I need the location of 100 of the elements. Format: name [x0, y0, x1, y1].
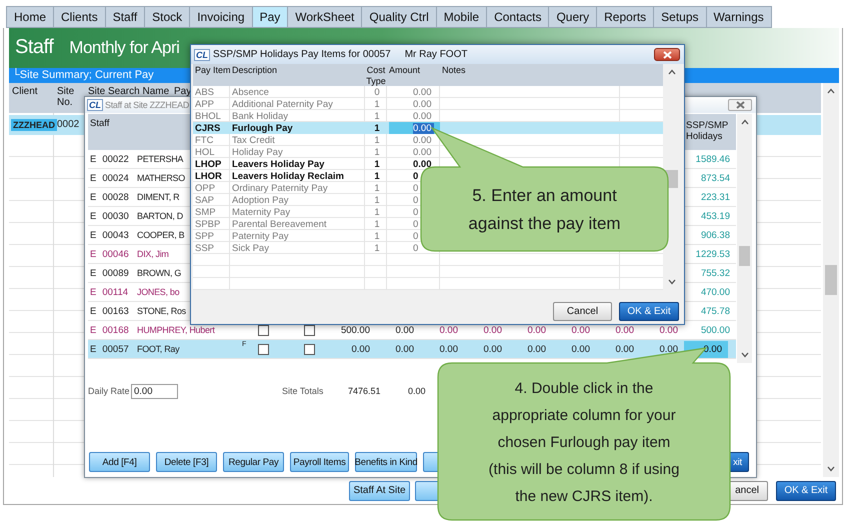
close-button[interactable]: [728, 99, 752, 111]
table-row[interactable]: BHOL Bank Holiday 1 0.00: [193, 110, 663, 122]
table-cell-text: ABS: [194, 86, 216, 98]
table-cell-text: Tax Credit: [231, 134, 276, 146]
chevron-up-icon[interactable]: [740, 119, 748, 125]
chevron-up-icon[interactable]: [668, 69, 676, 75]
tab[interactable]: Invoicing: [189, 6, 252, 28]
action-button[interactable]: OK & Exit: [619, 302, 679, 321]
input-field[interactable]: 0.00: [131, 384, 178, 398]
table-cell-text: SPP: [194, 230, 216, 242]
table-cell-text: 1: [373, 122, 381, 134]
checkbox[interactable]: [304, 344, 315, 354]
table-cell-text: 0.00: [396, 324, 415, 336]
table-cell-text: LHOP: [194, 158, 222, 170]
table-cell-text: 1: [373, 158, 381, 170]
table-cell: DIX, Jim: [136, 249, 169, 259]
action-button[interactable]: Cancel: [553, 302, 612, 321]
table-cell-text: SMP: [194, 206, 217, 218]
table-cell: 00163: [102, 306, 129, 316]
table-row[interactable]: FTC Tax Credit 1 0.00: [193, 134, 663, 146]
table-cell-text: 0: [413, 242, 420, 254]
tab[interactable]: Warnings: [706, 6, 772, 28]
table-row[interactable]: APP Additional Paternity Pay 1 0.00: [193, 98, 663, 110]
table-cell-text: 1229.53: [694, 248, 731, 262]
table-cell: BARTON, D: [136, 211, 183, 221]
table-cell[interactable]: 0.00: [413, 122, 434, 134]
table-cell-text: 1: [373, 194, 381, 206]
action-button[interactable]: Regular Pay: [223, 452, 284, 472]
tab[interactable]: Stock: [144, 6, 190, 28]
table-cell-text: Leavers Holiday Pay: [231, 158, 326, 170]
chevron-down-icon[interactable]: [740, 352, 748, 358]
table-row[interactable]: ABS Absence 0 0.00: [193, 86, 663, 98]
table-cell-text: 0: [413, 206, 420, 218]
table-cell-text: APP: [194, 98, 216, 110]
tab[interactable]: Pay: [252, 6, 288, 28]
tab[interactable]: WorkSheet: [287, 6, 362, 28]
table-row[interactable]: LHOP Leavers Holiday Pay 1 0.00: [193, 158, 663, 170]
table-cell-text: 0.00: [528, 324, 547, 336]
action-button[interactable]: Delete [F3]: [156, 452, 217, 472]
table-cell-text: 0.00: [352, 344, 371, 354]
tab[interactable]: Query: [548, 6, 596, 28]
tab[interactable]: Quality Ctrl: [361, 6, 436, 28]
callout-text: 5. Enter an amount against the pay item: [468, 184, 621, 234]
table-cell-text: Ordinary Paternity Pay: [231, 182, 329, 194]
table-row[interactable]: CJRS Furlough Pay 1 0.00: [193, 122, 663, 134]
table-cell: E: [90, 306, 96, 316]
close-button[interactable]: [654, 48, 680, 61]
table-cell: 00089: [102, 268, 129, 278]
tab[interactable]: Setups: [653, 6, 706, 28]
action-button[interactable]: Staff At Site: [349, 480, 410, 501]
chevron-down-icon[interactable]: [668, 279, 676, 285]
tab[interactable]: Mobile: [436, 6, 486, 28]
table-cell-text: 1589.46: [694, 152, 731, 166]
table-cell-text: 500.00: [340, 324, 371, 336]
table-cell: 00046: [102, 248, 129, 260]
table-cell-text: 0.00: [413, 134, 432, 146]
table-cell-text: 873.54: [700, 172, 731, 186]
table-row[interactable]: HOL Holiday Pay 1 0.00: [193, 146, 663, 158]
scrollbar[interactable]: [737, 114, 752, 363]
table-cell-text: 0.00: [616, 344, 635, 354]
column-header: Site No.: [56, 84, 76, 108]
action-button[interactable]: Add [F4]: [89, 452, 150, 472]
app-logo: CL: [87, 99, 103, 111]
action-button[interactable]: OK & Exit: [776, 480, 836, 501]
table-cell: ZZZHEAD: [11, 118, 57, 131]
checkbox[interactable]: [258, 324, 269, 336]
table-cell-text: 0: [373, 86, 381, 98]
table-cell-text: 1: [373, 98, 381, 110]
table-cell-text: 0.00: [572, 344, 591, 354]
scrollbar[interactable]: [823, 82, 839, 478]
scroll-thumb[interactable]: [739, 246, 750, 266]
action-button[interactable]: Benefits in Kind: [355, 452, 417, 472]
tab[interactable]: Reports: [596, 6, 654, 28]
chevron-down-icon[interactable]: [827, 466, 835, 472]
table-cell-text: FTC: [194, 134, 214, 146]
table-cell-text: HOL: [194, 146, 216, 158]
table-cell-text: SPBP: [194, 218, 222, 230]
table-cell-text: Maternity Pay: [231, 206, 292, 218]
table-cell-text: 755.32: [700, 266, 731, 280]
checkbox[interactable]: [304, 324, 315, 336]
tab[interactable]: Home: [6, 6, 54, 28]
table-cell-text: 0.00: [440, 344, 459, 354]
tab[interactable]: Contacts: [486, 6, 548, 28]
close-icon: [736, 101, 744, 109]
table-cell: E: [90, 210, 96, 222]
table-cell-text: 470.00: [700, 286, 731, 300]
table-cell-text: 1: [373, 134, 381, 146]
table-cell: E: [90, 324, 96, 336]
table-cell: 00024: [102, 172, 129, 184]
chevron-up-icon[interactable]: [827, 88, 835, 94]
checkbox[interactable]: [258, 344, 269, 354]
column-header: Pay: [173, 84, 192, 97]
table-cell: 00168: [102, 324, 129, 336]
tab[interactable]: Clients: [53, 6, 105, 28]
table-cell-text: 0.00: [660, 344, 679, 354]
table-cell: MATHERSO: [136, 173, 185, 183]
action-button[interactable]: Payroll Items: [290, 452, 349, 472]
table-cell-text: 1: [373, 218, 381, 230]
scroll-thumb[interactable]: [825, 264, 837, 295]
tab[interactable]: Staff: [104, 6, 144, 28]
